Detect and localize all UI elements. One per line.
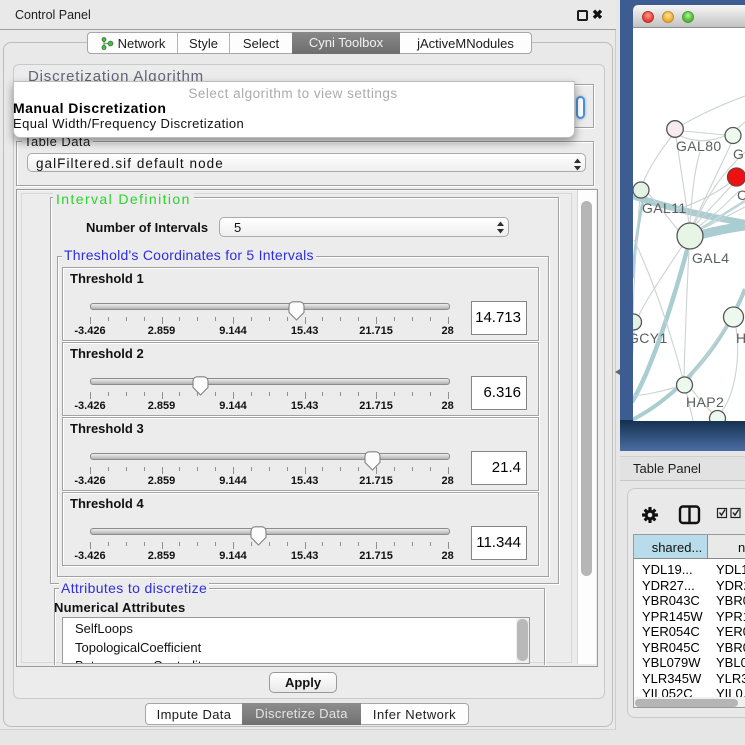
svg-text:G...: G... <box>733 146 745 162</box>
svg-text:HAP2: HAP2 <box>686 394 724 410</box>
svg-text:GAL11: GAL11 <box>642 200 687 216</box>
svg-text:GCY1: GCY1 <box>633 330 668 346</box>
svg-text:GAL80: GAL80 <box>676 138 722 154</box>
svg-text:H: H <box>736 330 745 346</box>
svg-text:C: C <box>737 187 745 203</box>
svg-text:GAL4: GAL4 <box>692 250 729 266</box>
